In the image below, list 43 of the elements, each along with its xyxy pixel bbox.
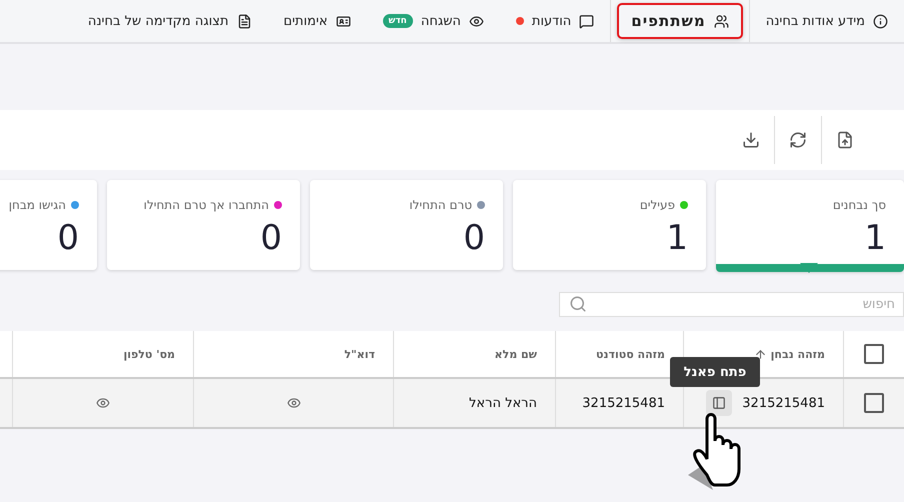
column-header[interactable]: שם מלא <box>494 348 537 360</box>
tab[interactable]: משתתפים <box>617 3 743 39</box>
id-card-icon <box>336 14 351 28</box>
card-value: 0 <box>56 218 79 258</box>
new-badge: חדש <box>382 14 413 28</box>
chat-icon <box>579 14 594 28</box>
info-icon <box>873 14 888 28</box>
document-icon <box>236 14 252 28</box>
column-header[interactable]: מזהה סטודנט <box>596 348 665 360</box>
table-cell: 3215215481 <box>742 396 825 410</box>
tooltip: פתח פאנל <box>670 357 760 387</box>
card-label: סך נבחנים <box>832 198 886 212</box>
panel-icon <box>712 396 726 410</box>
card-value: 0 <box>462 218 485 258</box>
file-upload-icon <box>836 131 854 149</box>
tab[interactable]: השגחה חדש <box>382 14 484 28</box>
search-field[interactable]: חיפוש <box>559 292 904 317</box>
search-icon <box>569 295 587 313</box>
people-icon <box>714 14 729 28</box>
checkbox[interactable] <box>864 344 884 364</box>
table-cell: הראל הראל <box>469 396 537 410</box>
open-panel-button[interactable] <box>706 390 732 416</box>
column-header[interactable]: מס' טלפון <box>123 348 175 360</box>
tab[interactable]: אימותים <box>284 14 351 28</box>
refresh-icon <box>789 131 807 149</box>
card-value: 1 <box>665 218 688 258</box>
download-icon <box>742 131 760 149</box>
table-cell: 3215215481 <box>582 396 665 410</box>
card-label: טרם התחילו <box>409 198 472 212</box>
tab[interactable]: הודעות <box>516 14 594 28</box>
eye-icon[interactable] <box>96 396 110 410</box>
checkbox[interactable] <box>864 393 884 413</box>
card-label: פעילים <box>640 198 675 212</box>
column-header[interactable]: דוא"ל <box>344 348 375 360</box>
tab[interactable]: מידע אודות בחינה <box>766 14 888 28</box>
column-header[interactable]: מזהה נבחן <box>770 348 825 360</box>
eye-icon <box>468 14 484 28</box>
tab[interactable]: תצוגה מקדימה של בחינה <box>88 14 252 28</box>
card-value: 0 <box>259 218 282 258</box>
eye-icon[interactable] <box>286 396 300 410</box>
card-value: 1 <box>863 218 886 258</box>
card-label: הגישו מבחן <box>8 198 66 212</box>
card-label: התחברו אך טרם התחילו <box>144 198 269 212</box>
